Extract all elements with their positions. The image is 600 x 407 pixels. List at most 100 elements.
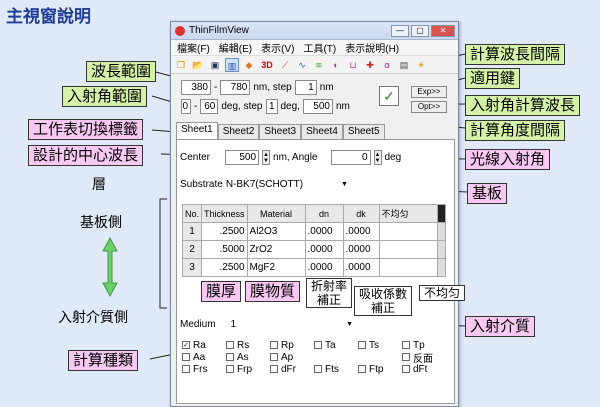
cell-thickness[interactable]: .2500 <box>201 222 248 241</box>
checkbox-ap[interactable]: Ap <box>270 352 314 363</box>
checkbox-box[interactable]: ✓ <box>182 341 190 349</box>
wl-to-input[interactable]: 780 <box>220 80 251 95</box>
checkbox-ts[interactable]: Ts <box>358 340 402 351</box>
cell-nonuniform[interactable] <box>378 258 438 277</box>
apply-button[interactable]: ✓ <box>379 86 399 106</box>
wl-from-input[interactable]: 380 <box>181 80 211 95</box>
close-button[interactable]: ✕ <box>431 24 455 37</box>
cell-nonuniform[interactable] <box>378 222 438 241</box>
color-icon[interactable]: ◆ <box>242 58 256 72</box>
cell-material[interactable]: Al2O3 <box>246 222 306 241</box>
checkbox-box[interactable] <box>314 341 322 349</box>
tab-sheet1[interactable]: Sheet1 <box>176 122 218 139</box>
cell-dk[interactable]: .0000 <box>342 258 380 277</box>
checkbox-rp[interactable]: Rp <box>270 340 314 351</box>
angle-step-input[interactable]: 1 <box>265 99 278 114</box>
cell-dn[interactable]: .0000 <box>304 240 344 259</box>
cell-material[interactable]: ZrO2 <box>246 240 306 259</box>
abc-icon[interactable]: α <box>380 58 394 72</box>
checkbox-dfr[interactable]: dFr <box>270 364 314 375</box>
table-row[interactable]: 2 .5000 ZrO2 .0000 .0000 <box>181 240 446 259</box>
checkbox-box[interactable] <box>226 365 234 373</box>
minimize-button[interactable]: — <box>391 24 409 37</box>
opt-button[interactable]: Opt>> <box>411 101 447 113</box>
menu-view[interactable]: 表示(V) <box>261 40 294 55</box>
checkbox-box[interactable] <box>182 353 190 361</box>
cell-dn[interactable]: .0000 <box>304 258 344 277</box>
cell-dn[interactable]: .0000 <box>304 222 344 241</box>
cell-thickness[interactable]: .5000 <box>201 240 248 259</box>
medium-select[interactable]: 1 ▼ <box>230 319 354 330</box>
scrollbar-top[interactable] <box>436 204 446 223</box>
wl-step-input[interactable]: 1 <box>294 80 317 95</box>
checkbox-box[interactable] <box>182 365 190 373</box>
exp-button[interactable]: Exp>> <box>411 86 447 98</box>
scrollbar[interactable] <box>436 258 446 277</box>
table-row[interactable]: 3 .2500 MgF2 .0000 .0000 <box>181 258 446 277</box>
checkbox-box[interactable] <box>270 341 278 349</box>
checkbox-box[interactable] <box>270 353 278 361</box>
angle-to-input[interactable]: 60 <box>200 99 219 114</box>
checkbox-as[interactable]: As <box>226 352 270 363</box>
open-icon[interactable]: 📂 <box>191 58 205 72</box>
checkbox-box[interactable] <box>314 365 322 373</box>
checkbox-ta[interactable]: Ta <box>314 340 358 351</box>
line-icon[interactable]: ⟋ <box>278 58 292 72</box>
3d-icon[interactable]: 3D <box>259 58 275 72</box>
chart-icon[interactable]: ▥ <box>225 57 239 72</box>
checkbox-box[interactable] <box>358 365 366 373</box>
checkbox-dft[interactable]: dFt <box>402 364 446 375</box>
cell-material[interactable]: MgF2 <box>246 258 306 277</box>
angle-wave-input[interactable]: 500 <box>302 99 333 114</box>
layer-icon[interactable]: ≋ <box>312 58 326 72</box>
target-icon[interactable]: ✚ <box>363 58 377 72</box>
sun-icon[interactable]: ☀ <box>414 58 428 72</box>
tab-sheet5[interactable]: Sheet5 <box>342 124 385 139</box>
save-icon[interactable]: ▣ <box>208 58 222 72</box>
cell-nonuniform[interactable] <box>378 240 438 259</box>
cell-thickness[interactable]: .2500 <box>201 258 248 277</box>
menu-help[interactable]: 表示說明(H) <box>345 40 399 55</box>
tab-sheet2[interactable]: Sheet2 <box>217 124 260 139</box>
scrollbar[interactable] <box>436 240 446 259</box>
checkbox-box[interactable] <box>402 353 410 361</box>
menu-tools[interactable]: 工具(T) <box>303 40 336 55</box>
pink-icon[interactable]: ◐ <box>329 58 343 72</box>
menu-file[interactable]: 檔案(F) <box>177 40 210 55</box>
cell-dk[interactable]: .0000 <box>342 222 380 241</box>
center-spinner[interactable]: ▲ ▼ <box>262 150 271 165</box>
checkbox-rs[interactable]: Rs <box>226 340 270 351</box>
center-input[interactable]: 500 <box>225 150 260 165</box>
cell-dk[interactable]: .0000 <box>342 240 380 259</box>
checkbox-ra[interactable]: ✓ Ra <box>182 340 226 351</box>
bracket-icon[interactable]: ⊔ <box>346 58 360 72</box>
menu-edit[interactable]: 編輯(E) <box>219 40 252 55</box>
wave-icon[interactable]: ∿ <box>295 58 309 72</box>
col-nonuniform: 不均匀 <box>378 204 438 223</box>
substrate-select[interactable]: N-BK7(SCHOTT) ▼ <box>225 179 348 190</box>
checkbox-box[interactable] <box>226 341 234 349</box>
checkbox-frs[interactable]: Frs <box>182 364 226 375</box>
tab-sheet3[interactable]: Sheet3 <box>259 124 302 139</box>
new-icon[interactable]: ❐ <box>174 58 188 72</box>
checkbox-ftp[interactable]: Ftp <box>358 364 402 375</box>
checkbox-反面[interactable]: 反面 <box>402 350 446 365</box>
angle-from-input[interactable]: 0 <box>181 99 191 114</box>
tab-sheet4[interactable]: Sheet4 <box>301 124 343 139</box>
angle-input[interactable]: 0 <box>330 150 371 165</box>
checkbox-label: 反面 <box>413 353 433 365</box>
angle-spinner[interactable]: ▲ ▼ <box>373 150 382 165</box>
checkbox-box[interactable] <box>226 353 234 361</box>
db-icon[interactable]: ▤ <box>397 58 411 72</box>
checkbox-box[interactable] <box>402 365 410 373</box>
scrollbar[interactable] <box>436 222 446 241</box>
table-row[interactable]: 1 .2500 Al2O3 .0000 .0000 <box>181 222 446 241</box>
maximize-button[interactable]: ▢ <box>411 24 429 37</box>
checkbox-frp[interactable]: Frp <box>226 364 270 375</box>
checkbox-aa[interactable]: Aa <box>182 352 226 363</box>
checkbox-box[interactable] <box>402 341 410 349</box>
checkbox-fts[interactable]: Fts <box>314 364 358 375</box>
checkbox-box[interactable] <box>358 341 366 349</box>
checkbox-box[interactable] <box>270 365 278 373</box>
callout-light-angle: 光線入射角 <box>465 149 551 170</box>
